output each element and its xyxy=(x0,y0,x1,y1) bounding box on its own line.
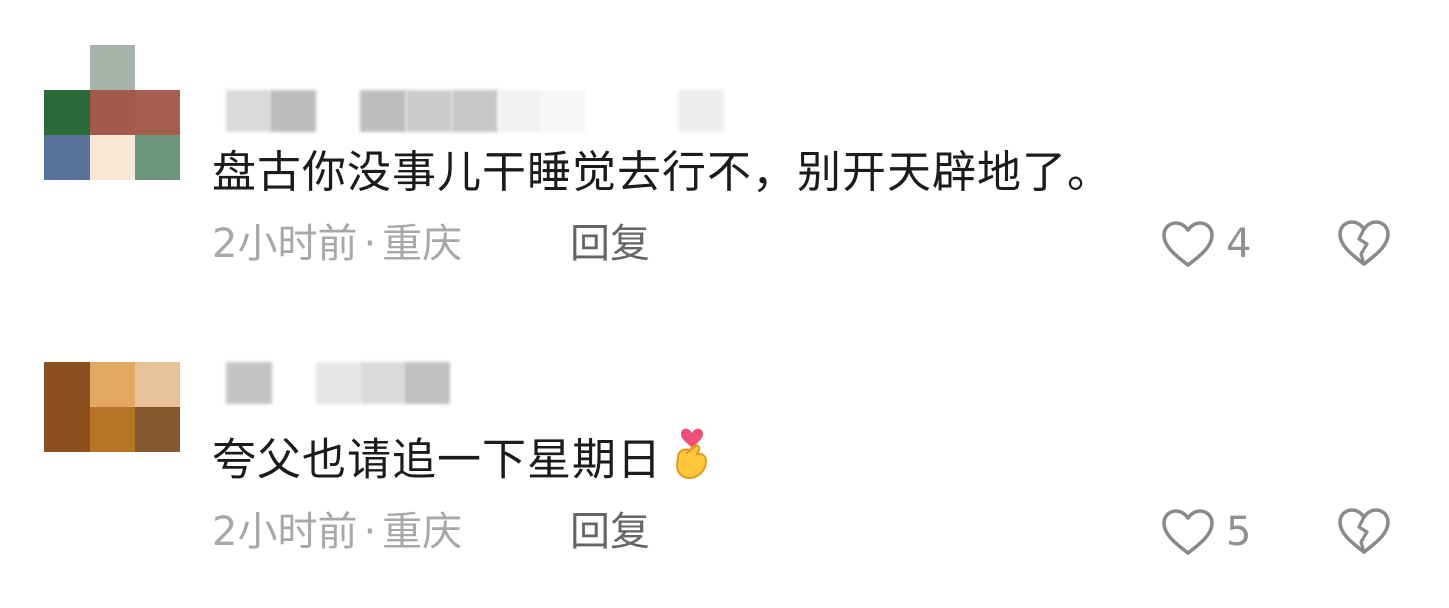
avatar-pixel xyxy=(44,407,90,452)
heart-outline-icon xyxy=(1162,509,1214,555)
like-count: 4 xyxy=(1226,221,1252,267)
username-mosaic-block xyxy=(406,90,452,132)
comment-item: 夸父也请追一下星期日 2小时前 · 重庆 回复 5 xyxy=(0,318,1449,608)
meta-separator: · xyxy=(363,509,377,555)
finger-heart-emoji-icon xyxy=(670,419,714,500)
avatar-pixel xyxy=(90,407,135,452)
heart-outline-icon xyxy=(1162,221,1214,267)
username-mosaic-block xyxy=(360,362,404,404)
like-count: 5 xyxy=(1226,509,1252,555)
username-obscured[interactable] xyxy=(226,362,746,404)
reply-button[interactable]: 回复 xyxy=(570,508,650,556)
avatar-pixel xyxy=(44,90,90,135)
avatar-pixel xyxy=(44,45,90,90)
broken-heart-icon xyxy=(1338,220,1390,266)
username-mosaic-block xyxy=(316,362,360,404)
avatar-pixel xyxy=(44,362,90,407)
username-mosaic-block xyxy=(404,362,450,404)
username-mosaic-block xyxy=(678,90,724,132)
comment-meta: 2小时前 · 重庆 xyxy=(212,508,462,556)
avatar[interactable] xyxy=(44,45,180,180)
dislike-button[interactable] xyxy=(1336,506,1392,558)
avatar-pixel xyxy=(90,45,135,90)
avatar-pixel xyxy=(135,90,180,135)
username-mosaic-block xyxy=(226,362,272,404)
username-mosaic-block xyxy=(270,90,316,132)
meta-separator: · xyxy=(363,221,377,267)
avatar-pixel xyxy=(135,135,180,180)
comment-text: 盘古你没事儿干睡觉去行不，别开天辟地了。 xyxy=(212,147,1112,198)
avatar-pixel xyxy=(90,90,135,135)
username-mosaic-block xyxy=(360,90,406,132)
username-mosaic-block xyxy=(226,90,270,132)
avatar-pixel xyxy=(90,362,135,407)
username-mosaic-block xyxy=(452,90,498,132)
like-button[interactable]: 5 xyxy=(1160,506,1251,558)
comment-item: 盘古你没事儿干睡觉去行不，别开天辟地了。 2小时前 · 重庆 回复 4 xyxy=(0,0,1449,290)
username-mosaic-block xyxy=(542,90,586,132)
avatar-pixel xyxy=(90,135,135,180)
reply-button[interactable]: 回复 xyxy=(570,220,650,268)
comment-meta: 2小时前 · 重庆 xyxy=(212,220,462,268)
comment-text-content: 夸父也请追一下星期日 xyxy=(212,434,662,486)
like-button[interactable]: 4 xyxy=(1160,218,1251,270)
username-mosaic-block xyxy=(498,90,542,132)
avatar-pixel xyxy=(44,135,90,180)
comment-location: 重庆 xyxy=(382,509,463,555)
comment-text: 夸父也请追一下星期日 xyxy=(212,422,714,503)
avatar-pixel xyxy=(135,362,180,407)
comment-time: 2小时前 xyxy=(212,509,358,555)
dislike-button[interactable] xyxy=(1336,218,1392,270)
comment-time: 2小时前 xyxy=(212,221,358,267)
avatar[interactable] xyxy=(44,362,180,452)
comment-location: 重庆 xyxy=(382,221,463,267)
broken-heart-icon xyxy=(1338,508,1390,554)
avatar-pixel xyxy=(135,45,180,90)
avatar-pixel xyxy=(135,407,180,452)
username-obscured[interactable] xyxy=(226,90,746,132)
